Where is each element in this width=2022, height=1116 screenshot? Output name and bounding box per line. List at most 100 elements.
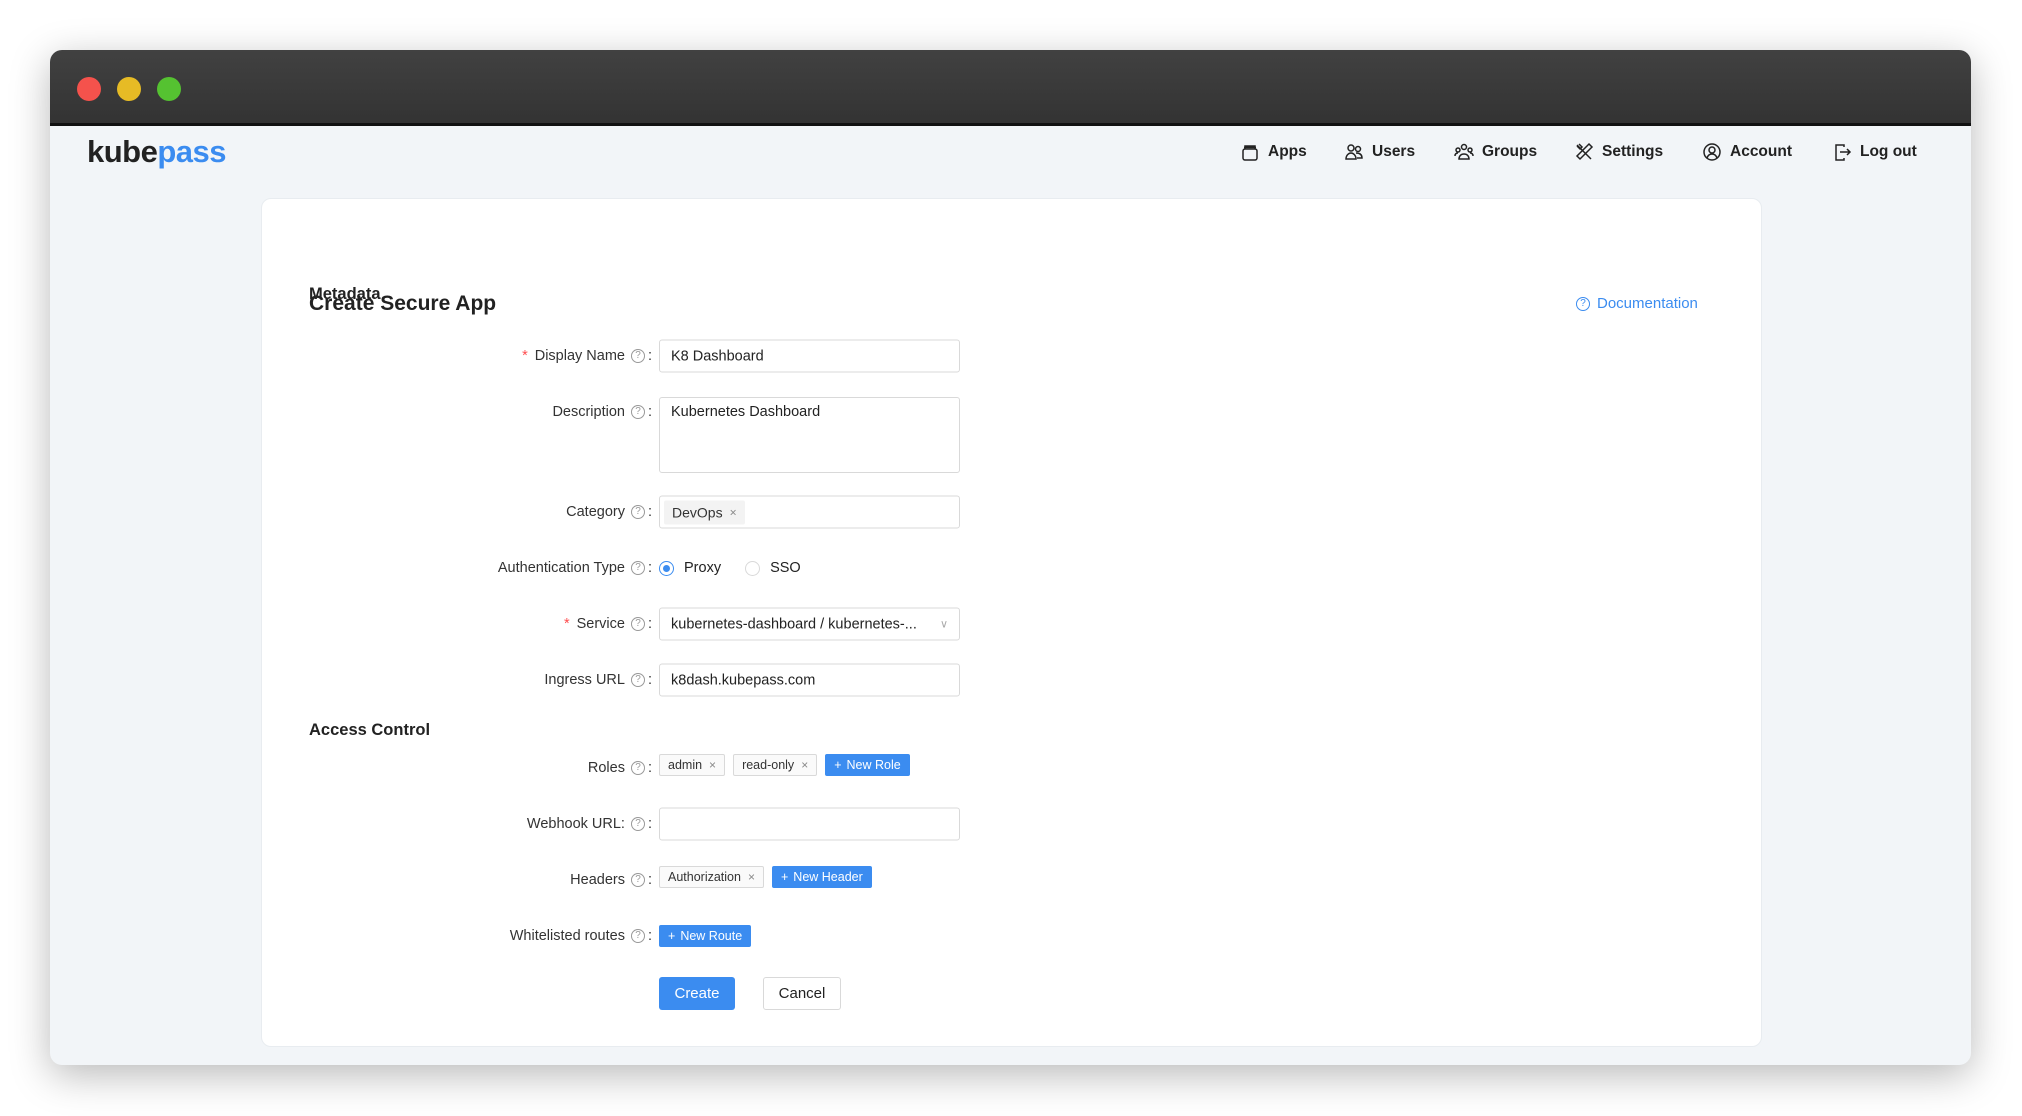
new-role-button[interactable]: + New Role xyxy=(825,754,910,776)
help-icon[interactable]: ? xyxy=(630,673,645,687)
label-text: Service xyxy=(576,616,625,632)
label-text: Description xyxy=(552,404,625,420)
close-window-button[interactable] xyxy=(77,77,101,101)
cancel-button[interactable]: Cancel xyxy=(763,977,841,1010)
documentation-link[interactable]: ? Documentation xyxy=(1576,295,1698,312)
help-icon[interactable]: ? xyxy=(630,505,645,519)
new-header-button[interactable]: + New Header xyxy=(771,866,872,888)
remove-tag-icon[interactable]: × xyxy=(801,758,808,772)
category-tag: DevOps × xyxy=(664,500,745,524)
whitelisted-routes-label: Whitelisted routes?: xyxy=(509,928,652,944)
create-app-card: Create Secure App ? Documentation Metada… xyxy=(261,198,1762,1047)
label-text: Whitelisted routes xyxy=(509,928,625,944)
help-icon[interactable]: ? xyxy=(630,405,645,419)
account-icon xyxy=(1703,143,1721,161)
radio-sso[interactable] xyxy=(745,560,761,576)
help-icon[interactable]: ? xyxy=(630,349,645,363)
button-label: New Role xyxy=(846,758,901,772)
groups-icon xyxy=(1454,143,1474,160)
title-bar xyxy=(50,50,1971,126)
plus-icon: + xyxy=(834,758,842,772)
help-icon[interactable]: ? xyxy=(630,929,645,943)
roles-label: Roles?: xyxy=(587,760,652,776)
label-text: Category xyxy=(566,504,625,520)
help-icon[interactable]: ? xyxy=(630,761,645,775)
label-text: Authentication Type xyxy=(497,560,625,576)
radio-proxy[interactable] xyxy=(659,560,674,576)
logo[interactable]: kubepass xyxy=(87,134,227,170)
tag-label: admin xyxy=(668,758,703,772)
routes-row: + New Route xyxy=(659,925,752,947)
tag-label: Authorization xyxy=(668,870,741,884)
remove-tag-icon[interactable]: × xyxy=(748,870,755,884)
apps-icon xyxy=(1242,145,1258,161)
header-tag: Authorization × xyxy=(659,866,764,888)
nav-logout[interactable]: Log out xyxy=(1832,142,1917,162)
nav-apps[interactable]: Apps xyxy=(1240,142,1307,162)
nav-label: Account xyxy=(1730,143,1792,160)
category-select[interactable]: DevOps × xyxy=(659,495,960,529)
display-name-label: * Display Name?: xyxy=(522,348,652,364)
nav-label: Log out xyxy=(1860,143,1917,160)
description-textarea[interactable]: Kubernetes Dashboard xyxy=(659,397,960,473)
logo-text-accent: pass xyxy=(157,134,227,169)
logo-text: kube xyxy=(87,134,158,169)
label-text: Ingress URL xyxy=(544,672,625,688)
help-icon[interactable]: ? xyxy=(630,873,645,887)
logout-icon xyxy=(1835,144,1852,161)
nav-settings[interactable]: Settings xyxy=(1574,142,1663,162)
button-label: New Header xyxy=(793,870,863,884)
app-window: kubepass Apps Users Groups Settings Acco… xyxy=(50,50,1971,1065)
plus-icon: + xyxy=(668,929,676,943)
description-label: Description?: xyxy=(552,404,652,420)
role-tag: read-only × xyxy=(733,754,818,776)
display-name-input[interactable]: K8 Dashboard xyxy=(659,339,960,373)
input-value: K8 Dashboard xyxy=(671,348,764,364)
tag-label: read-only xyxy=(742,758,795,772)
new-route-button[interactable]: + New Route xyxy=(659,925,752,947)
help-icon[interactable]: ? xyxy=(630,617,645,631)
label-text: Display Name xyxy=(534,348,625,364)
radio-label: SSO xyxy=(770,560,801,576)
settings-icon xyxy=(1575,142,1594,161)
help-icon[interactable]: ? xyxy=(630,817,645,831)
maximize-window-button[interactable] xyxy=(157,77,181,101)
nav-label: Settings xyxy=(1602,143,1664,160)
input-value: k8dash.kubepass.com xyxy=(671,672,816,688)
plus-icon: + xyxy=(780,870,789,884)
nav-users[interactable]: Users xyxy=(1344,142,1415,162)
remove-tag-icon[interactable]: × xyxy=(730,505,737,519)
nav-groups[interactable]: Groups xyxy=(1454,142,1537,162)
select-value: kubernetes-dashboard / kubernetes-... xyxy=(671,616,917,632)
create-button[interactable]: Create xyxy=(659,977,735,1010)
nav-label: Apps xyxy=(1268,143,1307,160)
users-icon xyxy=(1345,144,1363,160)
radio-label: Proxy xyxy=(684,560,722,576)
ingress-url-input[interactable]: k8dash.kubepass.com xyxy=(659,663,960,697)
chevron-down-icon: ∨ xyxy=(939,618,948,631)
headers-tags: Authorization × + New Header xyxy=(659,866,872,888)
minimize-window-button[interactable] xyxy=(117,77,141,101)
service-label: * Service?: xyxy=(563,616,652,632)
role-tag: admin × xyxy=(659,754,726,776)
nav-label: Users xyxy=(1372,143,1416,160)
webhook-url-input[interactable] xyxy=(659,807,960,841)
headers-label: Headers?: xyxy=(570,872,652,888)
category-label: Category?: xyxy=(566,504,652,520)
auth-type-label: Authentication Type?: xyxy=(497,560,652,576)
documentation-label: Documentation xyxy=(1597,295,1698,312)
label-text: Headers xyxy=(570,872,625,888)
label-text: Webhook URL: xyxy=(526,816,625,832)
roles-tags: admin × read-only × + New Role xyxy=(659,754,910,776)
webhook-url-label: Webhook URL:?: xyxy=(526,816,652,832)
input-value: Kubernetes Dashboard xyxy=(671,404,821,420)
remove-tag-icon[interactable]: × xyxy=(709,758,716,772)
nav-label: Groups xyxy=(1482,143,1538,160)
service-select[interactable]: kubernetes-dashboard / kubernetes-... ∨ xyxy=(659,607,960,641)
label-text: Roles xyxy=(587,760,625,776)
auth-type-radio-group: Proxy SSO xyxy=(659,560,801,576)
nav-account[interactable]: Account xyxy=(1702,142,1792,162)
tag-label: DevOps xyxy=(672,504,723,520)
button-label: New Route xyxy=(680,929,743,943)
help-icon[interactable]: ? xyxy=(630,561,645,575)
